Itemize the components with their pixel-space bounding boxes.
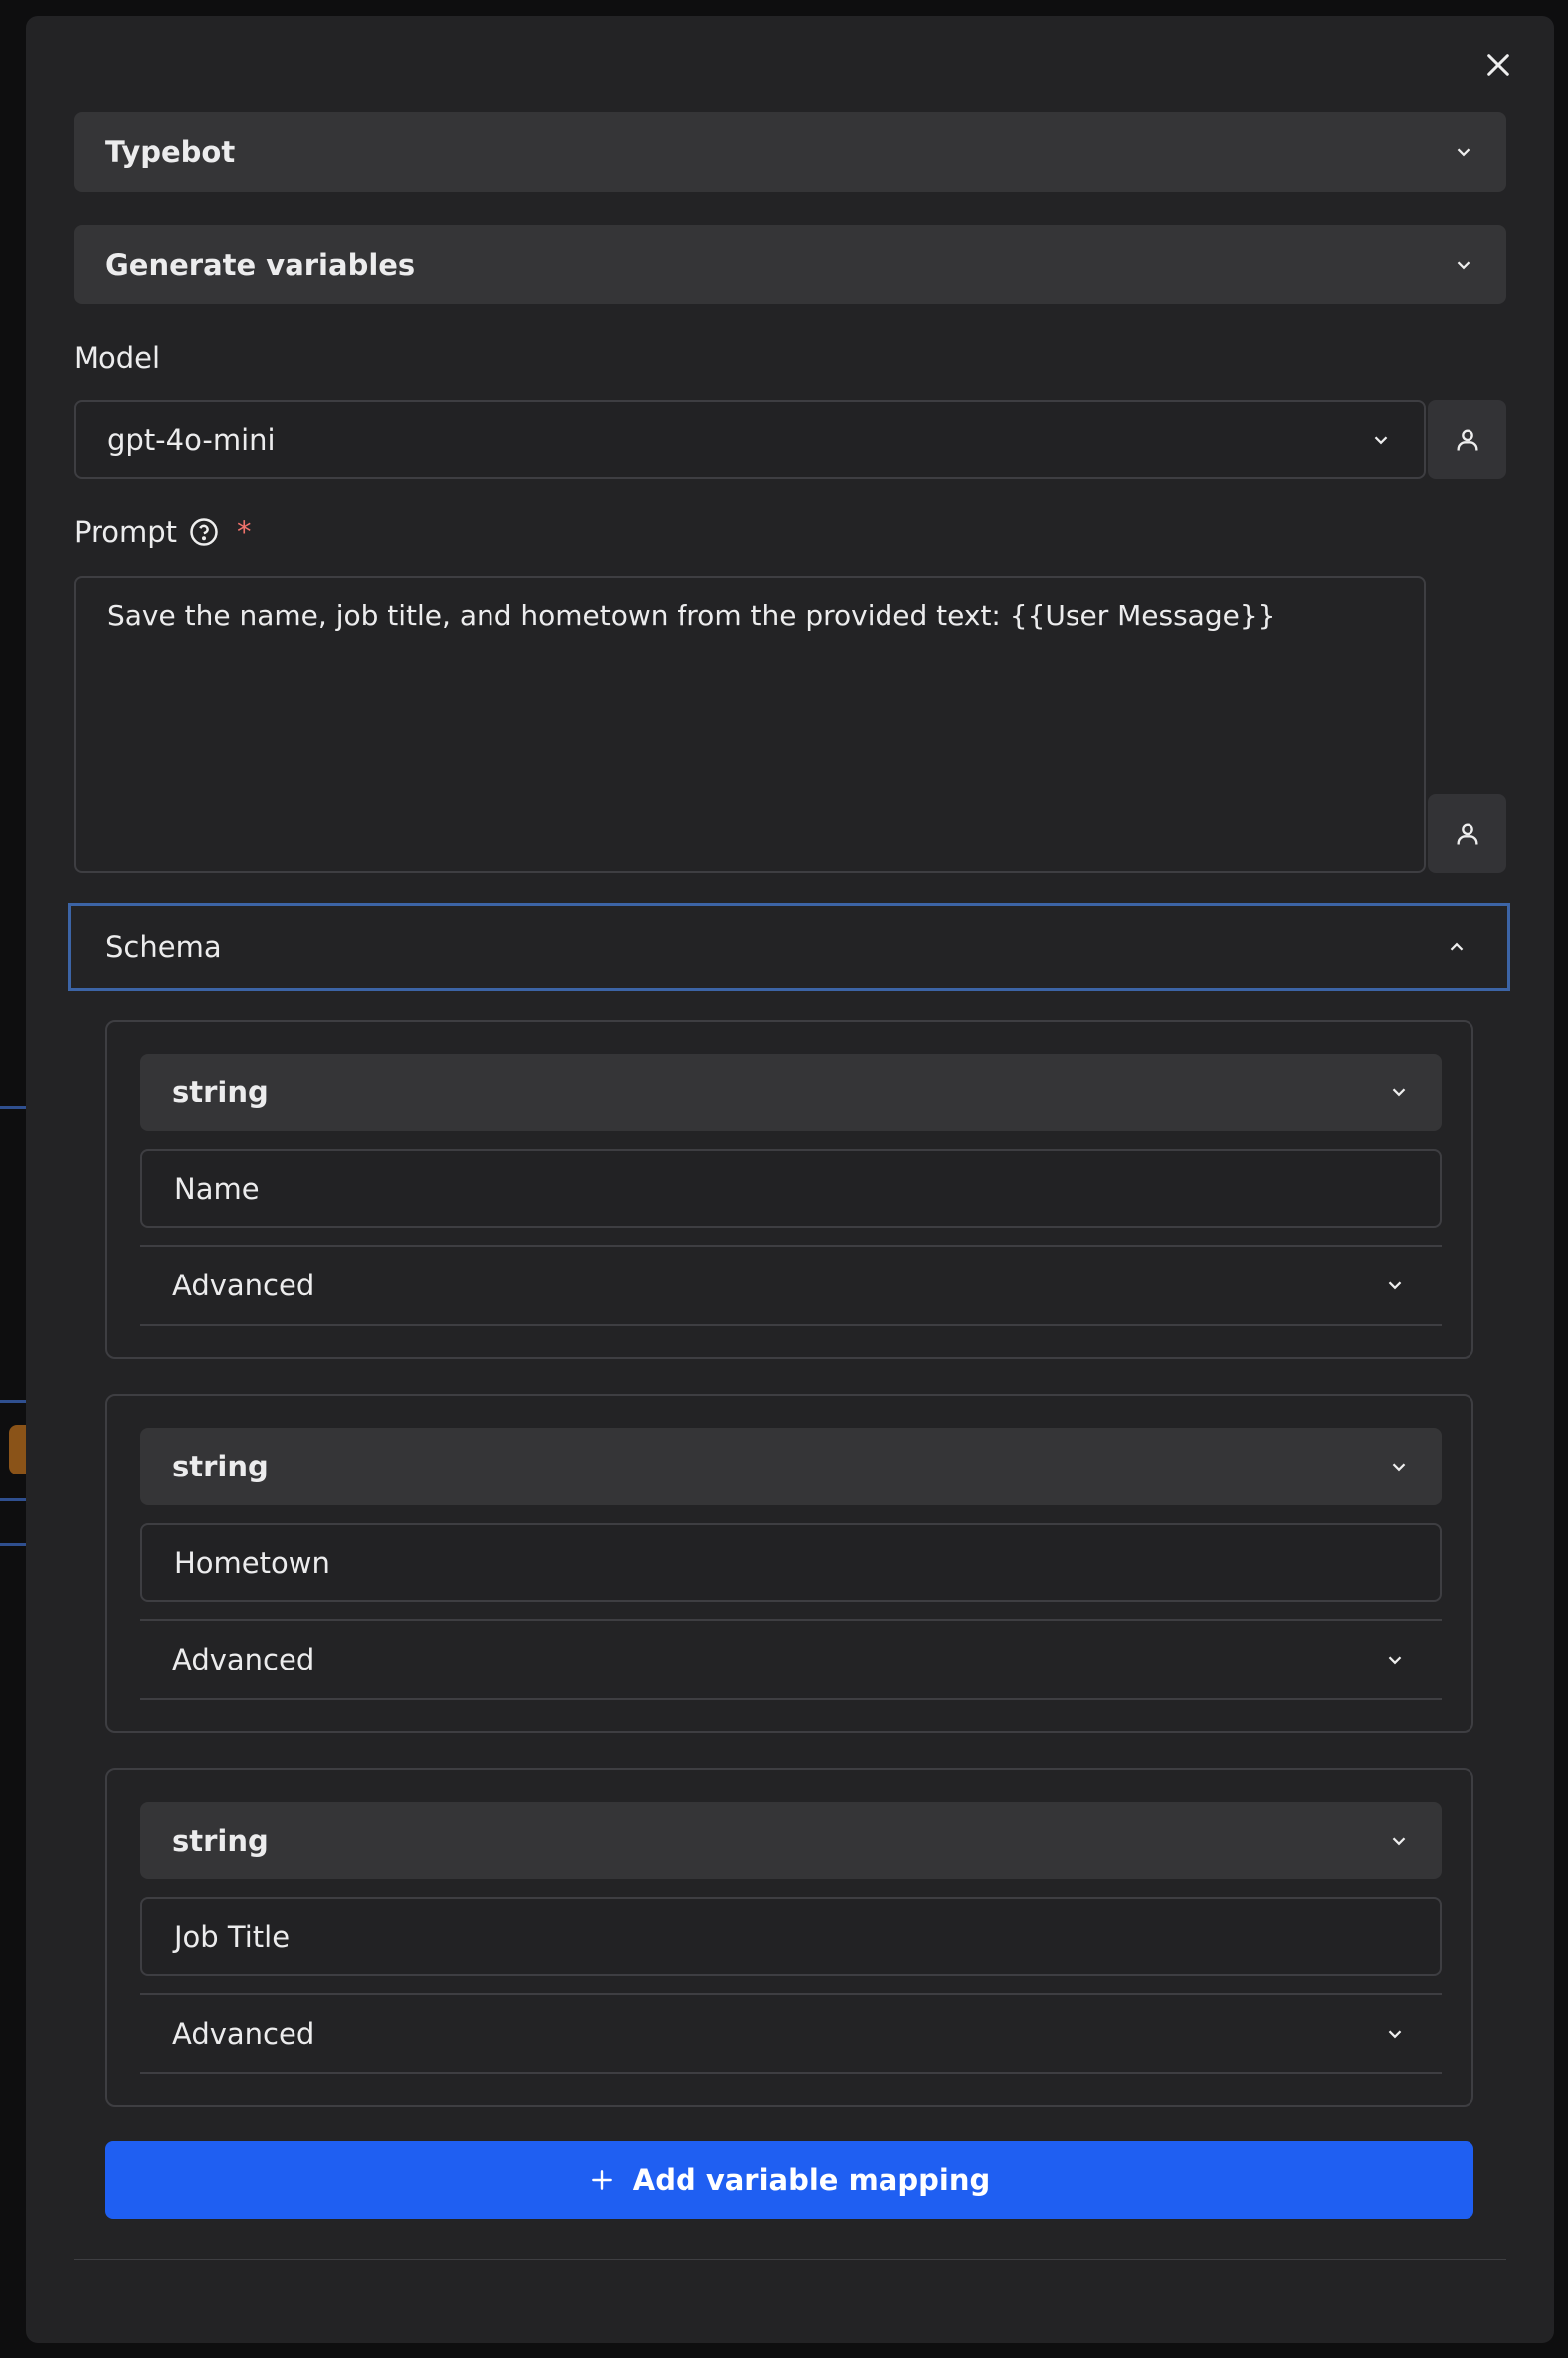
type-value: string [172, 1076, 269, 1109]
integration-select[interactable]: Typebot [74, 112, 1506, 192]
chevron-down-icon [1392, 1088, 1406, 1097]
advanced-toggle[interactable]: Advanced [140, 1993, 1442, 2074]
prompt-label-text: Prompt [74, 515, 178, 549]
chevron-up-icon [1450, 942, 1464, 951]
schema-accordion-toggle[interactable]: Schema [68, 903, 1510, 991]
chevron-down-icon [1388, 2030, 1402, 2039]
variable-name-input[interactable]: Hometown [140, 1523, 1442, 1602]
action-select-value: Generate variables [105, 248, 416, 282]
action-select[interactable]: Generate variables [74, 225, 1506, 304]
model-value: gpt-4o-mini [107, 422, 276, 457]
schema-label: Schema [105, 930, 222, 964]
add-variable-mapping-button[interactable]: Add variable mapping [105, 2141, 1473, 2219]
schema-item-card: string Hometown Advanced [105, 1394, 1473, 1733]
type-select[interactable]: string [140, 1802, 1442, 1879]
schema-item-card: string Name Advanced [105, 1020, 1473, 1359]
prompt-value: Save the name, job title, and hometown f… [107, 599, 1275, 632]
add-variable-mapping-label: Add variable mapping [632, 2163, 991, 2197]
close-icon[interactable] [1482, 49, 1514, 81]
background-line [0, 1498, 26, 1501]
chevron-down-icon [1457, 148, 1470, 157]
model-label: Model [74, 341, 160, 375]
model-variable-button[interactable] [1428, 400, 1506, 479]
prompt-variable-button[interactable] [1428, 794, 1506, 873]
chevron-down-icon [1392, 1837, 1406, 1846]
advanced-toggle[interactable]: Advanced [140, 1619, 1442, 1700]
schema-item-card: string Job Title Advanced [105, 1768, 1473, 2107]
help-circle-icon[interactable] [189, 517, 219, 547]
chevron-down-icon [1374, 435, 1388, 444]
background-badge [9, 1425, 26, 1474]
background-line [0, 1543, 26, 1546]
type-select[interactable]: string [140, 1054, 1442, 1131]
advanced-toggle[interactable]: Advanced [140, 1245, 1442, 1326]
chevron-down-icon [1392, 1463, 1406, 1472]
model-label-text: Model [74, 341, 161, 375]
variable-name-input[interactable]: Job Title [140, 1897, 1442, 1976]
prompt-textarea[interactable]: Save the name, job title, and hometown f… [74, 576, 1426, 873]
advanced-label: Advanced [172, 1269, 315, 1302]
prompt-label: Prompt * [74, 515, 252, 549]
user-icon [1457, 823, 1477, 844]
type-select[interactable]: string [140, 1428, 1442, 1505]
advanced-label: Advanced [172, 1643, 315, 1676]
type-value: string [172, 1450, 269, 1483]
user-icon [1457, 429, 1477, 450]
variable-name-value: Hometown [174, 1545, 330, 1580]
background-line [0, 1400, 26, 1403]
integration-select-value: Typebot [105, 135, 236, 169]
chevron-down-icon [1457, 261, 1470, 270]
advanced-label: Advanced [172, 2017, 315, 2051]
plus-icon [591, 2170, 612, 2190]
chevron-down-icon [1388, 1656, 1402, 1665]
chevron-down-icon [1388, 1281, 1402, 1290]
divider [74, 2259, 1506, 2260]
type-value: string [172, 1824, 269, 1858]
variable-name-input[interactable]: Name [140, 1149, 1442, 1228]
required-marker: * [237, 515, 252, 549]
variable-name-value: Name [174, 1171, 260, 1206]
background-line [0, 1106, 26, 1109]
model-select[interactable]: gpt-4o-mini [74, 400, 1426, 479]
variable-name-value: Job Title [174, 1919, 291, 1954]
